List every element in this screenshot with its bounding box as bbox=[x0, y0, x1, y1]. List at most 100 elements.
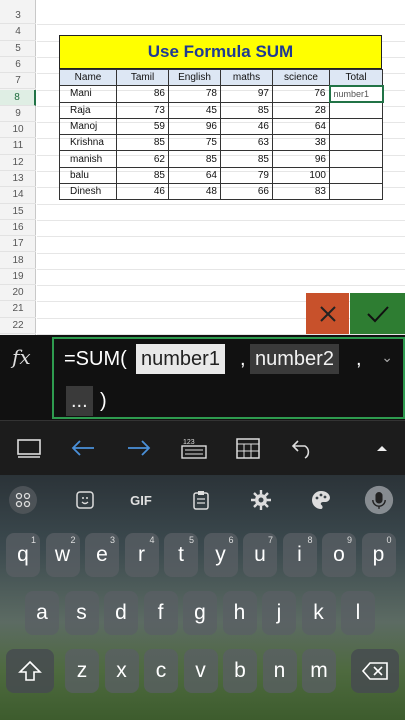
row-header[interactable]: 19 bbox=[0, 269, 36, 286]
gif-button[interactable]: GIF bbox=[126, 485, 156, 515]
key[interactable]: u7 bbox=[243, 533, 277, 577]
cell-science[interactable]: 100 bbox=[272, 166, 330, 185]
row-header[interactable]: 18 bbox=[0, 253, 36, 269]
caret-up-icon[interactable] bbox=[367, 433, 397, 463]
palette-icon[interactable] bbox=[306, 485, 336, 515]
cell-maths[interactable]: 46 bbox=[220, 117, 273, 136]
key[interactable]: n bbox=[262, 649, 297, 693]
key[interactable]: m bbox=[302, 649, 336, 693]
row-header[interactable]: 12 bbox=[0, 155, 36, 171]
row-header[interactable]: 3 bbox=[0, 8, 36, 25]
key[interactable]: i8 bbox=[282, 533, 317, 577]
cell-tamil[interactable]: 59 bbox=[116, 117, 169, 136]
formula-input[interactable]: =SUM( number1 , number2 , ... ) ⌄ bbox=[52, 337, 405, 419]
microphone-icon[interactable] bbox=[364, 485, 394, 515]
header-name[interactable]: Name bbox=[59, 68, 117, 87]
cell-english[interactable]: 78 bbox=[168, 85, 221, 103]
key[interactable]: o9 bbox=[322, 533, 356, 577]
key[interactable]: b bbox=[223, 649, 257, 693]
cell-tamil[interactable]: 86 bbox=[116, 85, 169, 103]
key[interactable]: c bbox=[144, 649, 178, 693]
row-header[interactable]: 13 bbox=[0, 171, 36, 188]
cell-name[interactable]: Manoj bbox=[59, 117, 117, 136]
row-header[interactable]: 11 bbox=[0, 138, 36, 155]
cell-total[interactable] bbox=[329, 117, 383, 136]
cell-science[interactable]: 38 bbox=[272, 134, 330, 152]
key[interactable]: z bbox=[65, 649, 99, 693]
key[interactable]: t5 bbox=[164, 533, 198, 577]
key[interactable]: l bbox=[341, 591, 375, 635]
cell-science[interactable]: 76 bbox=[272, 85, 330, 103]
cell-total[interactable]: number1 bbox=[328, 84, 384, 104]
row-header[interactable]: 22 bbox=[0, 318, 36, 334]
spreadsheet-grid[interactable]: 3 4 5 6 7 8 9 10 11 12 13 14 15 16 17 18 19 20 21 22 Use Fo… bbox=[0, 0, 405, 335]
arg-number1[interactable]: number1 bbox=[136, 344, 225, 374]
cell-english[interactable]: 85 bbox=[168, 150, 221, 168]
cell-tamil[interactable]: 85 bbox=[116, 134, 169, 152]
row-header[interactable]: 17 bbox=[0, 236, 36, 253]
arg-ellipsis[interactable]: ... bbox=[66, 386, 93, 416]
cancel-button[interactable] bbox=[306, 293, 349, 334]
arg-number2[interactable]: number2 bbox=[250, 344, 339, 374]
key[interactable]: d bbox=[104, 591, 138, 635]
header-english[interactable]: English bbox=[168, 68, 221, 87]
row-header[interactable]: 6 bbox=[0, 57, 36, 74]
row-header[interactable]: 21 bbox=[0, 301, 36, 318]
shift-key[interactable] bbox=[6, 649, 54, 693]
header-tamil[interactable]: Tamil bbox=[116, 68, 169, 87]
key[interactable]: w2 bbox=[45, 533, 80, 577]
calendar-icon[interactable] bbox=[233, 433, 263, 463]
row-header[interactable]: 10 bbox=[0, 122, 36, 139]
row-header[interactable]: 9 bbox=[0, 106, 36, 123]
cell-maths[interactable]: 66 bbox=[220, 183, 273, 201]
cell-name[interactable]: Dinesh bbox=[59, 183, 117, 201]
cell-total[interactable] bbox=[329, 134, 383, 152]
row-header[interactable]: 7 bbox=[0, 73, 36, 90]
cell-name[interactable]: balu bbox=[59, 166, 117, 185]
chevron-down-icon[interactable]: ⌄ bbox=[381, 349, 393, 366]
cell-name[interactable]: manish bbox=[59, 150, 117, 168]
fx-label[interactable]: fx bbox=[12, 345, 31, 369]
row-header[interactable]: 5 bbox=[0, 41, 36, 57]
key[interactable]: e3 bbox=[85, 533, 119, 577]
key[interactable]: x bbox=[104, 649, 139, 693]
arrow-right-icon[interactable] bbox=[124, 433, 154, 463]
backspace-key[interactable] bbox=[351, 649, 399, 693]
accept-button[interactable] bbox=[350, 293, 405, 334]
key[interactable]: j bbox=[262, 591, 296, 635]
cell-maths[interactable]: 63 bbox=[220, 134, 273, 152]
cell-science[interactable]: 96 bbox=[272, 150, 330, 168]
key[interactable]: r4 bbox=[124, 533, 159, 577]
cell-tamil[interactable]: 73 bbox=[116, 101, 169, 119]
cell-maths[interactable]: 97 bbox=[220, 85, 273, 103]
cell-english[interactable]: 96 bbox=[168, 117, 221, 136]
settings-icon[interactable] bbox=[246, 485, 276, 515]
cell-total[interactable] bbox=[329, 150, 383, 168]
key[interactable]: y6 bbox=[203, 533, 238, 577]
cell-maths[interactable]: 85 bbox=[220, 150, 273, 168]
header-total[interactable]: Total bbox=[329, 68, 383, 87]
row-header[interactable]: 16 bbox=[0, 220, 36, 237]
cell-english[interactable]: 64 bbox=[168, 166, 221, 185]
row-header[interactable]: 20 bbox=[0, 285, 36, 302]
numeric-keyboard-icon[interactable]: 123 bbox=[179, 433, 209, 463]
key[interactable]: s bbox=[64, 591, 99, 635]
cell-science[interactable]: 64 bbox=[272, 117, 330, 136]
row-header[interactable]: 4 bbox=[0, 24, 36, 41]
arrow-left-icon[interactable] bbox=[68, 433, 98, 463]
cell-science[interactable]: 83 bbox=[272, 183, 330, 201]
undo-icon[interactable] bbox=[288, 433, 318, 463]
key[interactable]: a bbox=[25, 591, 59, 635]
key[interactable]: p0 bbox=[361, 533, 396, 577]
cell-science[interactable]: 28 bbox=[272, 101, 330, 119]
keyboard-hide-icon[interactable] bbox=[14, 433, 44, 463]
key[interactable]: h bbox=[222, 591, 257, 635]
cell-name[interactable]: Krishna bbox=[59, 134, 117, 152]
apps-icon[interactable] bbox=[8, 485, 38, 515]
key[interactable]: k bbox=[301, 591, 336, 635]
key[interactable]: v bbox=[183, 649, 218, 693]
cell-english[interactable]: 75 bbox=[168, 134, 221, 152]
cell-english[interactable]: 48 bbox=[168, 183, 221, 201]
header-science[interactable]: science bbox=[272, 68, 330, 87]
row-header[interactable]: 8 bbox=[0, 89, 36, 106]
